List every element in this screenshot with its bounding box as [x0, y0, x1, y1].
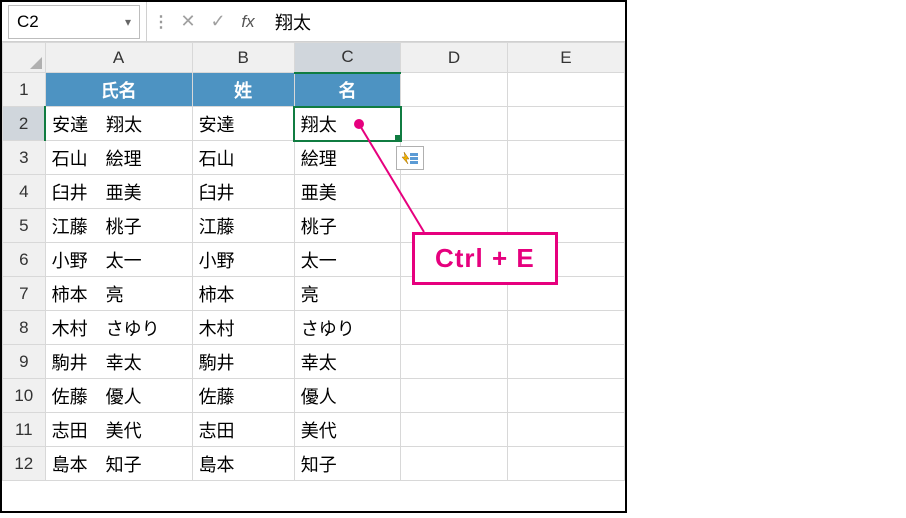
cell[interactable]: 優人 [294, 379, 401, 413]
cell[interactable] [507, 413, 624, 447]
table-row: 9 駒井 幸太 駒井 幸太 [3, 345, 625, 379]
cell[interactable]: 木村 さゆり [45, 311, 192, 345]
callout-dot [354, 119, 364, 129]
cell[interactable]: 知子 [294, 447, 401, 481]
cell[interactable] [507, 107, 624, 141]
cell[interactable]: 駒井 [192, 345, 294, 379]
cell[interactable] [401, 175, 508, 209]
chevron-down-icon[interactable]: ▾ [125, 15, 131, 29]
select-all-corner[interactable] [3, 43, 46, 73]
row-header[interactable]: 12 [3, 447, 46, 481]
row-header[interactable]: 6 [3, 243, 46, 277]
cell[interactable]: 駒井 幸太 [45, 345, 192, 379]
col-header-a[interactable]: A [45, 43, 192, 73]
cell[interactable] [507, 141, 624, 175]
table-row: 12 島本 知子 島本 知子 [3, 447, 625, 481]
col-header-d[interactable]: D [401, 43, 508, 73]
cell[interactable]: さゆり [294, 311, 401, 345]
row-header[interactable]: 7 [3, 277, 46, 311]
cell[interactable] [401, 107, 508, 141]
table-row: 4 臼井 亜美 臼井 亜美 [3, 175, 625, 209]
formula-tools: ⋮ ✕ ✓ fx [146, 2, 265, 41]
cell[interactable]: 幸太 [294, 345, 401, 379]
row-header[interactable]: 11 [3, 413, 46, 447]
cell[interactable] [507, 447, 624, 481]
table-row: 8 木村 さゆり 木村 さゆり [3, 311, 625, 345]
cell[interactable] [401, 379, 508, 413]
table-row: 1 氏名 姓 名 [3, 73, 625, 107]
separator-icon: ⋮ [153, 12, 169, 32]
cell[interactable] [507, 175, 624, 209]
cell[interactable] [401, 73, 508, 107]
cell[interactable]: 島本 知子 [45, 447, 192, 481]
cell[interactable] [507, 311, 624, 345]
cell[interactable]: 名 [294, 73, 401, 107]
cell[interactable]: 佐藤 優人 [45, 379, 192, 413]
cell[interactable]: 石山 [192, 141, 294, 175]
cell[interactable] [401, 345, 508, 379]
table-row: 3 石山 絵理 石山 絵理 [3, 141, 625, 175]
cell[interactable]: 姓 [192, 73, 294, 107]
cell[interactable]: 太一 [294, 243, 401, 277]
flash-fill-options-icon[interactable] [396, 146, 424, 170]
cell[interactable] [401, 413, 508, 447]
row-header[interactable]: 8 [3, 311, 46, 345]
name-box-value: C2 [17, 12, 39, 32]
cell[interactable]: 亮 [294, 277, 401, 311]
table-row: 2 安達 翔太 安達 翔太 [3, 107, 625, 141]
cell[interactable]: 江藤 [192, 209, 294, 243]
cell[interactable] [507, 379, 624, 413]
cell[interactable] [507, 73, 624, 107]
cell[interactable]: 石山 絵理 [45, 141, 192, 175]
formula-bar: C2 ▾ ⋮ ✕ ✓ fx [2, 2, 625, 42]
row-header[interactable]: 10 [3, 379, 46, 413]
table-row: 10 佐藤 優人 佐藤 優人 [3, 379, 625, 413]
name-box[interactable]: C2 ▾ [8, 5, 140, 39]
row-header[interactable]: 9 [3, 345, 46, 379]
cell[interactable]: 美代 [294, 413, 401, 447]
cell[interactable]: 志田 美代 [45, 413, 192, 447]
row-header[interactable]: 1 [3, 73, 46, 107]
cell[interactable]: 安達 翔太 [45, 107, 192, 141]
col-header-c[interactable]: C [294, 43, 401, 73]
row-header[interactable]: 5 [3, 209, 46, 243]
cell[interactable]: 志田 [192, 413, 294, 447]
table-row: 11 志田 美代 志田 美代 [3, 413, 625, 447]
cell[interactable]: 臼井 [192, 175, 294, 209]
cell-active[interactable]: 翔太 [294, 107, 401, 141]
cancel-icon[interactable]: ✕ [177, 11, 199, 32]
cell[interactable]: 臼井 亜美 [45, 175, 192, 209]
cell[interactable]: 島本 [192, 447, 294, 481]
formula-input[interactable] [265, 2, 625, 41]
cell[interactable]: 柿本 亮 [45, 277, 192, 311]
cell[interactable]: 小野 太一 [45, 243, 192, 277]
col-header-b[interactable]: B [192, 43, 294, 73]
cell[interactable] [401, 311, 508, 345]
cell[interactable]: 安達 [192, 107, 294, 141]
cell[interactable]: 柿本 [192, 277, 294, 311]
cell[interactable] [401, 447, 508, 481]
row-header[interactable]: 3 [3, 141, 46, 175]
cell[interactable] [507, 345, 624, 379]
cell[interactable]: 桃子 [294, 209, 401, 243]
cell[interactable]: 小野 [192, 243, 294, 277]
enter-icon[interactable]: ✓ [207, 11, 229, 32]
callout-box: Ctrl + E [412, 232, 558, 285]
cell[interactable]: 江藤 桃子 [45, 209, 192, 243]
callout-text: Ctrl + E [435, 243, 535, 273]
row-header[interactable]: 2 [3, 107, 46, 141]
cell[interactable]: 亜美 [294, 175, 401, 209]
cell[interactable]: 氏名 [45, 73, 192, 107]
row-header[interactable]: 4 [3, 175, 46, 209]
cell[interactable]: 佐藤 [192, 379, 294, 413]
cell[interactable]: 木村 [192, 311, 294, 345]
cell[interactable]: 絵理 [294, 141, 401, 175]
fx-icon[interactable]: fx [237, 12, 259, 32]
col-header-e[interactable]: E [507, 43, 624, 73]
